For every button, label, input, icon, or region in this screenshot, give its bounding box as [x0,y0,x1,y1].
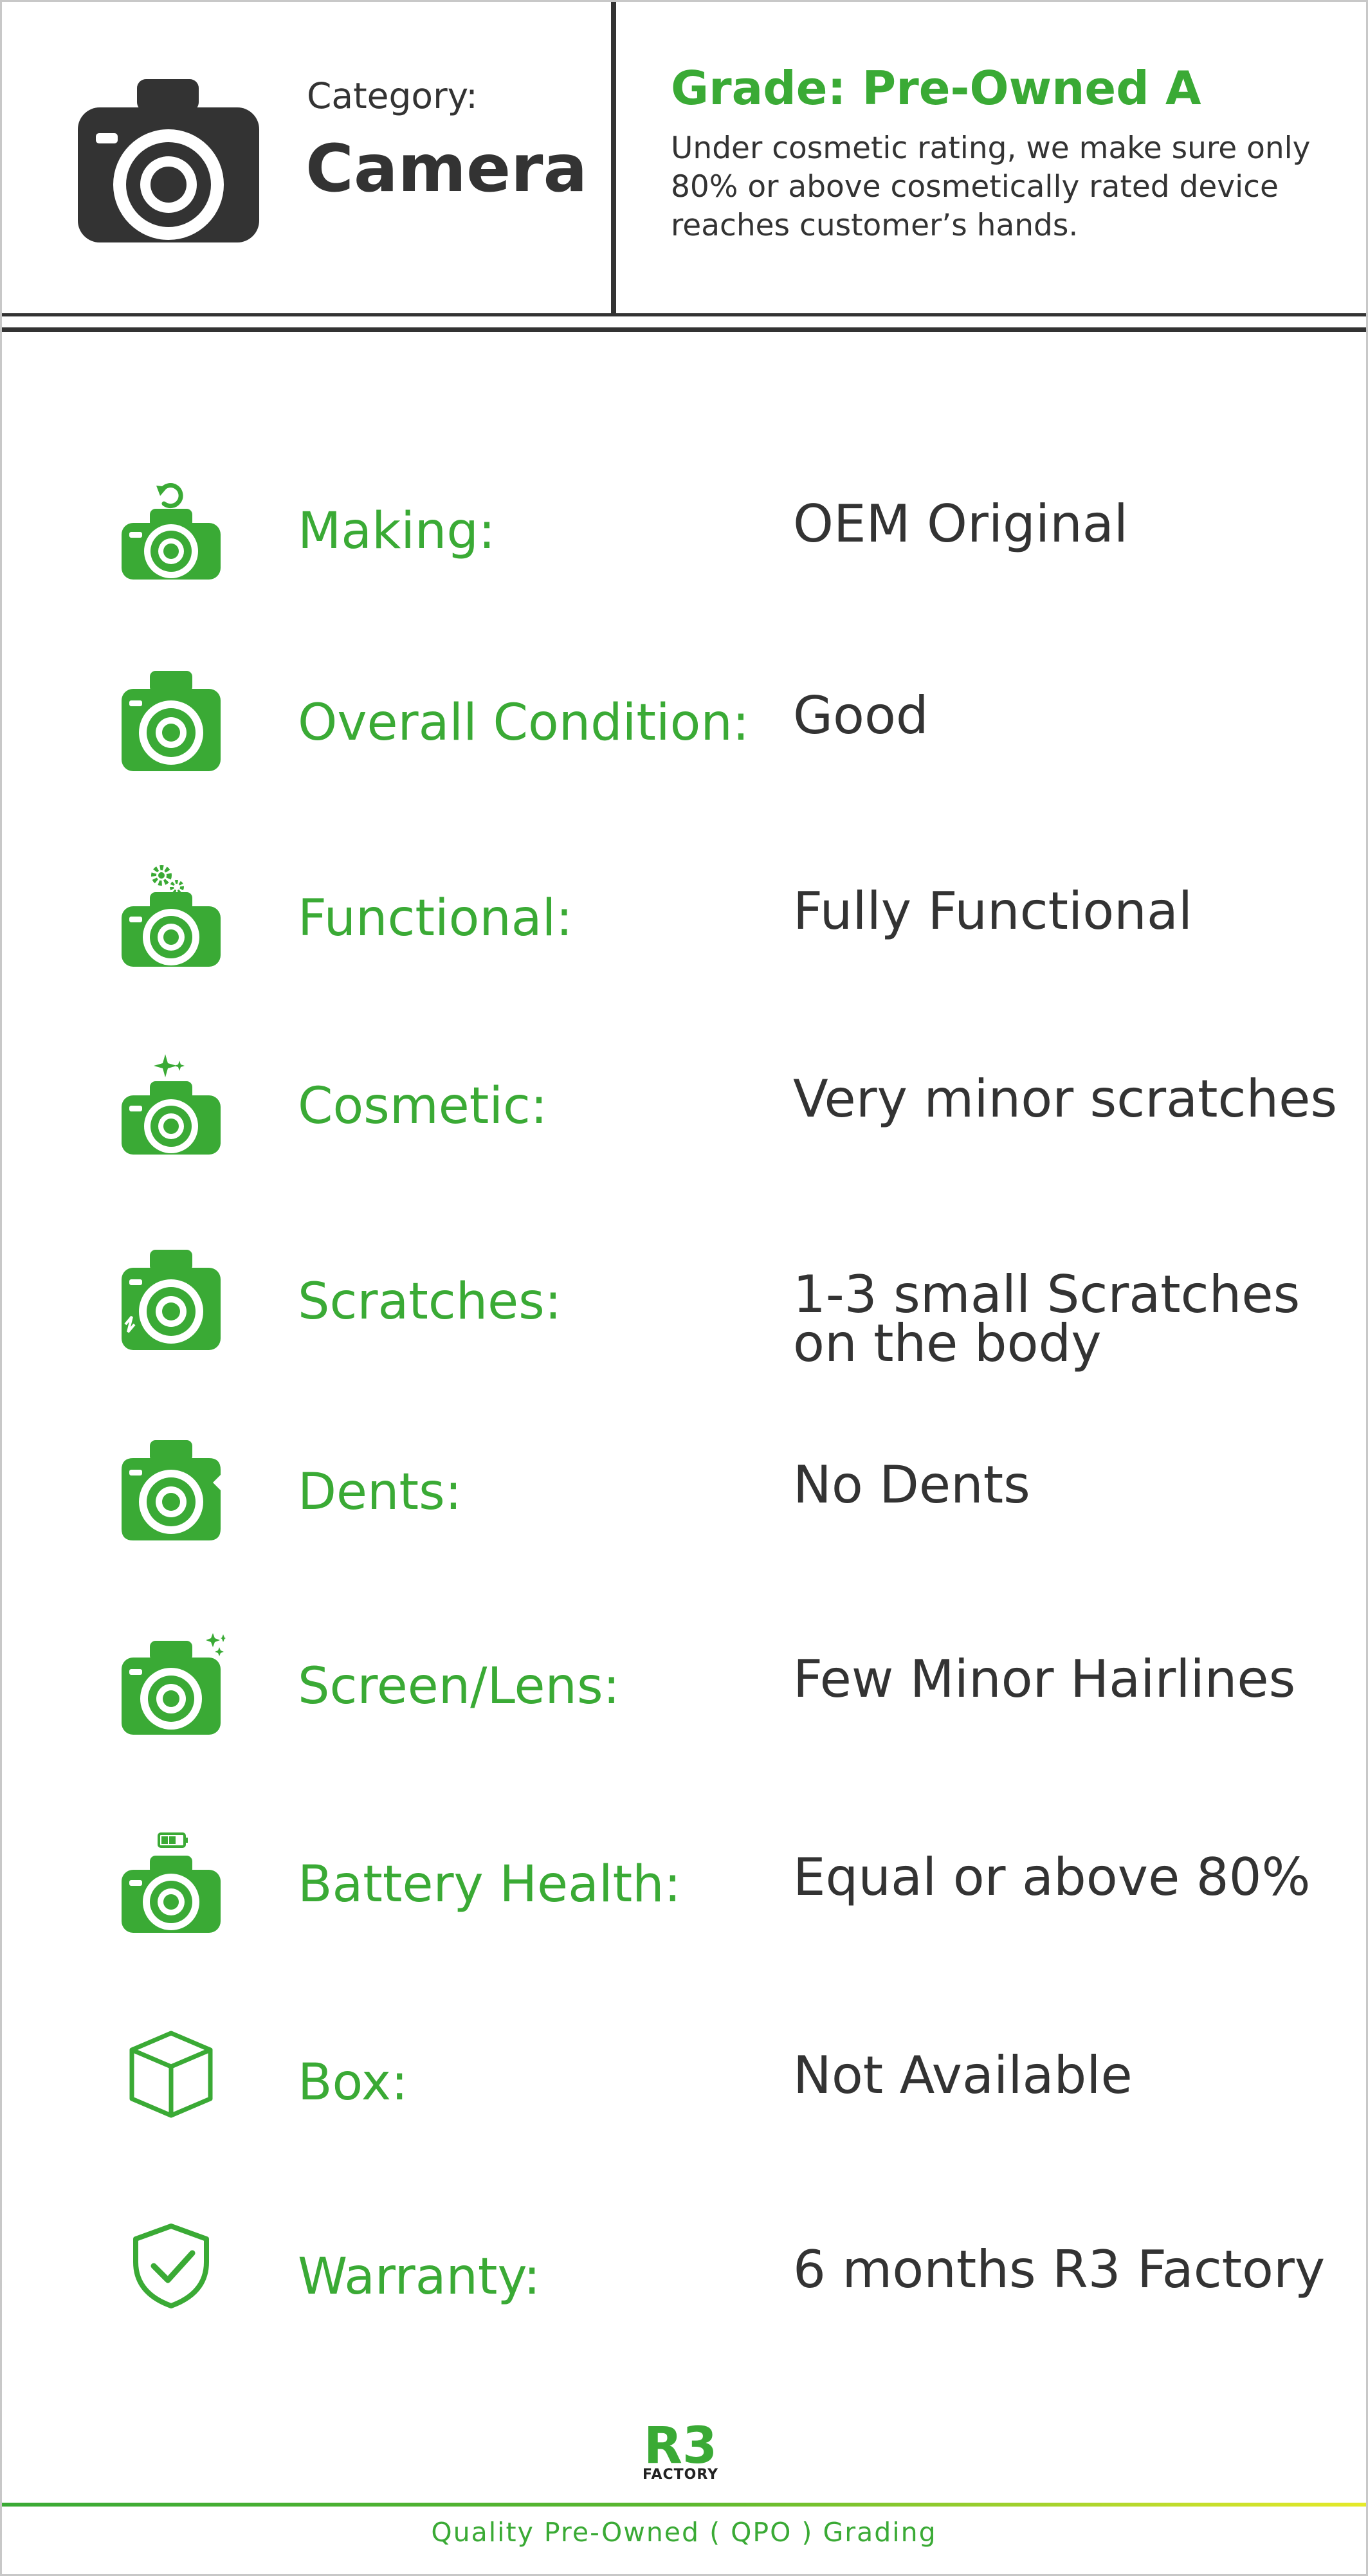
grade-description: Under cosmetic rating, we make sure only… [671,131,1311,243]
row-box: Box: Not Available [2,2028,1366,2170]
row-value: 1-3 small Scratches on the body [793,1265,1300,1373]
row-label: Making: [298,502,496,560]
row-value: 6 months R3 Factory [793,2240,1326,2299]
row-value: OEM Original [793,494,1129,554]
header: Category: Camera Grade: Pre-Owned A Unde… [2,2,1366,316]
row-label: Functional: [298,890,573,947]
logo-text: FACTORY [642,2467,719,2483]
row-screen-lens: Screen/Lens: Few Minor Hairlines [2,1632,1366,1773]
row-label: Box: [298,2054,408,2112]
camera-sparkle-icon [122,1054,221,1155]
camera-lens-sparkle-icon [122,1633,226,1735]
row-warranty: Warranty: 6 months R3 Factory [2,2222,1366,2364]
row-dents: Dents: No Dents [2,1438,1366,1579]
category-value: Camera [306,131,588,207]
header-divider-vertical [611,2,616,316]
footer-caption: Quality Pre-Owned ( QPO ) Grading [431,2517,937,2548]
camera-scratch-icon [122,1250,221,1350]
row-label: Overall Condition: [298,694,750,752]
row-label: Battery Health: [298,1856,681,1914]
camera-gears-icon [122,865,221,967]
row-functional: Functional: Fully Functional [2,864,1366,1005]
row-label: Scratches: [298,1273,562,1331]
row-value: Not Available [793,2045,1133,2105]
row-value: Very minor scratches [793,1069,1338,1129]
row-label: Dents: [298,1463,462,1521]
camera-battery-icon [122,1832,221,1933]
grade-title: Grade: Pre-Owned A [671,61,1201,115]
shield-check-icon [133,2224,209,2308]
camera-icon [122,671,221,771]
row-value: Good [793,686,929,745]
category-label: Category: [307,75,478,116]
header-divider-top [2,313,1366,316]
camera-icon [78,79,259,242]
logo-mark: R3 [644,2417,717,2475]
row-value: Few Minor Hairlines [793,1649,1296,1709]
row-battery-health: Battery Health: Equal or above 80% [2,1830,1366,1971]
logo-mark-text: R3 [644,2419,717,2468]
row-overall-condition: Overall Condition: Good [2,668,1366,810]
row-value: Equal or above 80% [793,1847,1311,1907]
row-scratches: Scratches: 1-3 small Scratches on the bo… [2,1247,1366,1389]
row-label: Screen/Lens: [298,1658,620,1715]
camera-dent-icon [122,1440,221,1540]
box-icon [129,2031,213,2118]
row-label: Cosmetic: [298,1077,548,1135]
row-label: Warranty: [298,2248,541,2306]
row-value: Fully Functional [793,881,1193,941]
row-cosmetic: Cosmetic: Very minor scratches [2,1052,1366,1193]
header-divider-bottom [2,327,1366,332]
footer-divider [2,2503,1366,2507]
row-making: Making: OEM Original [2,477,1366,618]
r3-factory-logo: R3 FACTORY [639,2417,722,2490]
camera-refresh-icon [122,483,221,580]
grading-card: Category: Camera Grade: Pre-Owned A Unde… [0,0,1368,2576]
row-value: No Dents [793,1455,1030,1515]
